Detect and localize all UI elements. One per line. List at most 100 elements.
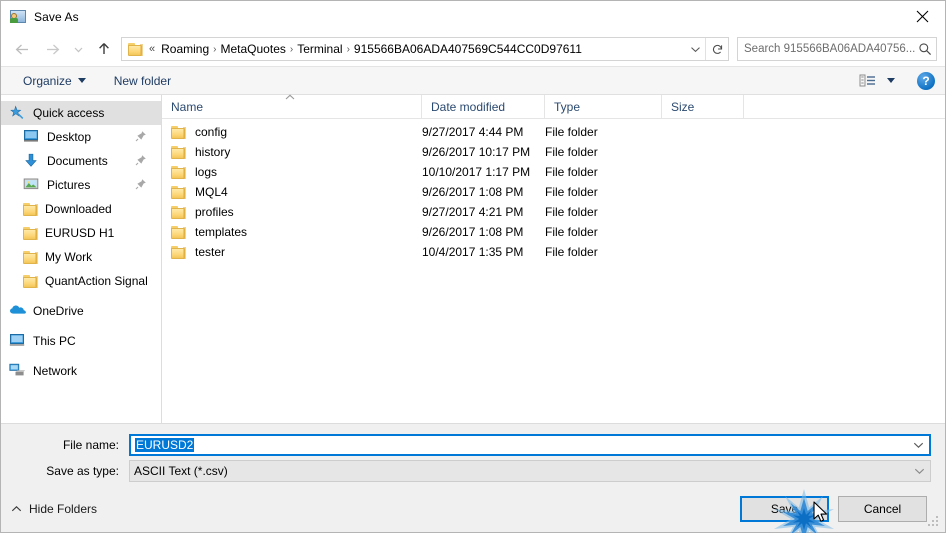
search-icon[interactable] — [918, 42, 932, 56]
column-header-name-label: Name — [171, 99, 204, 114]
breadcrumb-item-guid[interactable]: 915566BA06ADA407569C544CC0D97611 — [350, 42, 586, 56]
file-name-cell: config — [162, 125, 422, 139]
file-name-input[interactable]: EURUSD2 — [129, 434, 931, 456]
refresh-button[interactable] — [705, 38, 728, 60]
dialog-footer: Hide Folders Save Cancel — [1, 486, 945, 532]
table-row[interactable]: tester 10/4/2017 1:35 PM File folder — [162, 242, 945, 262]
save-as-type-select[interactable]: ASCII Text (*.csv) — [129, 460, 931, 482]
breadcrumb-separator[interactable]: › — [290, 44, 293, 55]
sidebar-item-my-work[interactable]: My Work — [1, 245, 161, 269]
hide-folders-button[interactable]: Hide Folders — [11, 502, 97, 516]
save-button[interactable]: Save — [740, 496, 829, 522]
save-as-type-row: Save as type: ASCII Text (*.csv) — [15, 460, 931, 482]
file-name-label: templates — [195, 225, 248, 239]
pin-icon[interactable] — [135, 130, 147, 142]
column-header-name[interactable]: Name — [162, 94, 422, 118]
sidebar-item-quick-access[interactable]: Quick access — [1, 101, 161, 125]
sidebar-item-label: This PC — [33, 334, 76, 348]
table-row[interactable]: profiles 9/27/2017 4:21 PM File folder — [162, 202, 945, 222]
recent-locations-button[interactable] — [67, 35, 89, 63]
file-name-label: profiles — [195, 205, 234, 219]
chevron-down-icon — [887, 78, 895, 83]
column-header-type[interactable]: Type — [545, 95, 662, 118]
file-type-cell: File folder — [545, 165, 598, 179]
table-row[interactable]: logs 10/10/2017 1:17 PM File folder — [162, 162, 945, 182]
organize-label: Organize — [23, 73, 72, 88]
close-button[interactable] — [899, 1, 945, 32]
table-row[interactable]: config 9/27/2017 4:44 PM File folder — [162, 122, 945, 142]
pin-icon[interactable] — [135, 178, 147, 190]
breadcrumb-item-roaming[interactable]: Roaming — [157, 42, 213, 56]
file-name-dropdown-button[interactable] — [907, 441, 929, 449]
change-view-button[interactable] — [853, 71, 901, 91]
file-name-cell: profiles — [162, 205, 422, 219]
sidebar-item-documents[interactable]: Documents — [1, 149, 161, 173]
breadcrumb-item-metaquotes[interactable]: MetaQuotes — [217, 42, 290, 56]
sidebar-item-downloaded[interactable]: Downloaded — [1, 197, 161, 221]
file-list-rows: config 9/27/2017 4:44 PM File folder his… — [162, 119, 945, 423]
arrow-right-icon — [46, 44, 59, 54]
chevron-down-icon — [74, 47, 82, 52]
folder-icon — [23, 274, 39, 288]
breadcrumb-item-terminal[interactable]: Terminal — [293, 42, 346, 56]
network-icon — [9, 363, 27, 379]
sidebar-item-desktop[interactable]: Desktop — [1, 125, 161, 149]
sidebar-item-label: My Work — [45, 250, 93, 264]
new-folder-button[interactable]: New folder — [108, 72, 177, 90]
column-header-date-label: Date modified — [431, 99, 506, 114]
sidebar-item-eurusd-h1[interactable]: EURUSD H1 — [1, 221, 161, 245]
address-dropdown-button[interactable] — [685, 38, 705, 60]
file-name-label: tester — [195, 245, 226, 259]
help-label: ? — [922, 73, 930, 88]
up-one-level-button[interactable] — [89, 35, 119, 63]
sidebar-item-label: EURUSD H1 — [45, 226, 115, 240]
sidebar-item-onedrive[interactable]: OneDrive — [1, 299, 161, 323]
file-name-cell: logs — [162, 165, 422, 179]
table-row[interactable]: templates 9/26/2017 1:08 PM File folder — [162, 222, 945, 242]
file-name-label: File name: — [62, 438, 119, 452]
file-date-cell: 10/4/2017 1:35 PM — [422, 245, 524, 259]
file-date-cell: 9/27/2017 4:44 PM — [422, 125, 524, 139]
column-header-date-modified[interactable]: Date modified — [422, 95, 545, 118]
command-toolbar: Organize New folder ? — [1, 66, 945, 95]
breadcrumb-overflow[interactable]: « — [149, 43, 155, 55]
cancel-button[interactable]: Cancel — [838, 496, 927, 522]
address-bar[interactable]: « Roaming › MetaQuotes › Terminal › 9155… — [121, 37, 729, 61]
breadcrumb-separator[interactable]: › — [213, 44, 216, 55]
file-type-cell: File folder — [545, 205, 598, 219]
new-folder-label: New folder — [113, 73, 172, 88]
desktop-icon — [23, 129, 41, 145]
breadcrumb: « Roaming › MetaQuotes › Terminal › 9155… — [149, 42, 685, 56]
chevron-down-icon — [690, 46, 700, 52]
file-name-row: File name: EURUSD2 — [15, 434, 931, 456]
table-row[interactable]: MQL4 9/26/2017 1:08 PM File folder — [162, 182, 945, 202]
sidebar-item-pictures[interactable]: Pictures — [1, 173, 161, 197]
close-icon — [916, 10, 928, 23]
table-row[interactable]: history 9/26/2017 10:17 PM File folder — [162, 142, 945, 162]
refresh-icon — [712, 44, 722, 54]
sidebar-item-network[interactable]: Network — [1, 359, 161, 383]
breadcrumb-separator[interactable]: › — [347, 44, 350, 55]
organize-button[interactable]: Organize — [17, 72, 92, 90]
column-header-size-label: Size — [671, 99, 695, 114]
file-date-cell: 9/27/2017 4:21 PM — [422, 205, 524, 219]
sidebar-item-label: Desktop — [47, 130, 92, 144]
window-title: Save As — [34, 9, 79, 24]
column-header-row: Name Date modified Type Size — [162, 94, 945, 119]
back-button[interactable] — [7, 35, 37, 63]
search-input[interactable]: Search 915566BA06ADA40756... — [737, 37, 937, 61]
sidebar-item-label: Pictures — [47, 178, 91, 192]
file-name-cell: templates — [162, 225, 422, 239]
navigation-sidebar: Quick access Desktop Documents Pictures … — [1, 95, 162, 423]
save-as-type-dropdown-button[interactable] — [908, 467, 930, 475]
resize-grip-icon[interactable] — [928, 516, 941, 529]
column-header-type-label: Type — [554, 99, 581, 114]
column-header-size[interactable]: Size — [662, 95, 744, 118]
help-button[interactable]: ? — [917, 71, 935, 90]
sidebar-item-quantaction-signal[interactable]: QuantAction Signal — [1, 269, 161, 293]
sidebar-item-this-pc[interactable]: This PC — [1, 329, 161, 353]
forward-button[interactable] — [37, 35, 67, 63]
pin-icon[interactable] — [135, 154, 147, 166]
hide-folders-label: Hide Folders — [29, 502, 98, 516]
navigation-bar: « Roaming › MetaQuotes › Terminal › 9155… — [1, 32, 945, 66]
